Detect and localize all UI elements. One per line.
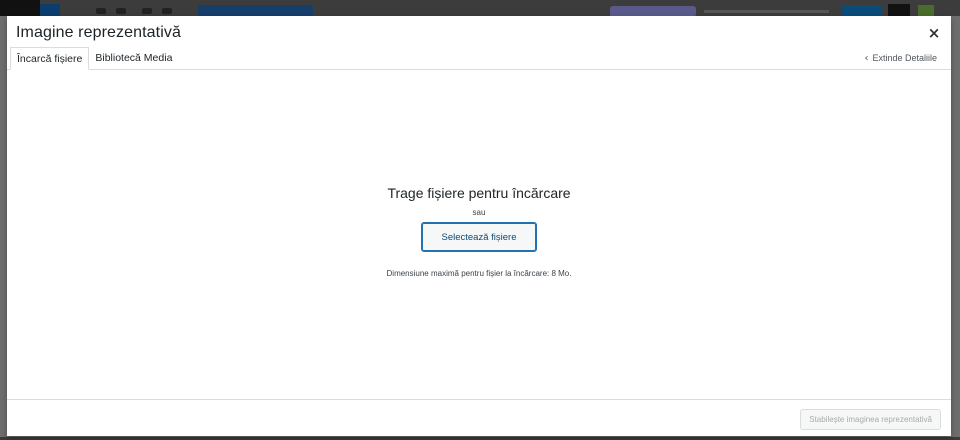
or-separator: sau: [472, 208, 486, 217]
tools-icon: [96, 8, 106, 14]
editor-header-pill-secondary: [610, 6, 696, 16]
publish-button: [842, 5, 882, 16]
modal-title: Imagine reprezentativă: [16, 24, 181, 41]
block-inserter-button: [40, 4, 60, 16]
select-files-button[interactable]: Selectează fișiere: [421, 222, 537, 252]
chevron-left-icon: ‹: [864, 53, 869, 64]
editor-header-pill: [198, 5, 313, 16]
set-featured-image-button[interactable]: Stabilește imaginea reprezentativă: [800, 409, 941, 430]
media-modal: Imagine reprezentativă × Încarcă fișiere…: [7, 16, 951, 436]
list-view-icon: [162, 8, 172, 14]
expand-details-link[interactable]: ‹ Extinde Detaliile: [864, 53, 937, 64]
expand-details-label: Extinde Detaliile: [872, 53, 937, 63]
close-icon[interactable]: ×: [925, 24, 943, 42]
editor-top-bar-dimmed: [0, 0, 960, 16]
editor-header-text: [704, 10, 829, 13]
wordpress-logo: [0, 0, 40, 16]
seo-plugin-icon: [918, 5, 934, 16]
max-upload-size: Dimensiune maximă pentru fișier la încăr…: [386, 269, 572, 278]
tab-upload-files[interactable]: Încarcă fișiere: [10, 47, 90, 70]
settings-icon: [888, 4, 910, 16]
media-router-tabs: Încarcă fișiere Bibliotecă Media: [10, 47, 178, 70]
toolbar-divider: [7, 399, 951, 400]
tab-media-library[interactable]: Bibliotecă Media: [89, 47, 178, 70]
drop-instructions: Trage fișiere pentru încărcare: [387, 185, 571, 201]
tabs-divider: [7, 69, 951, 70]
details-icon: [142, 8, 152, 14]
undo-icon: [116, 8, 126, 14]
